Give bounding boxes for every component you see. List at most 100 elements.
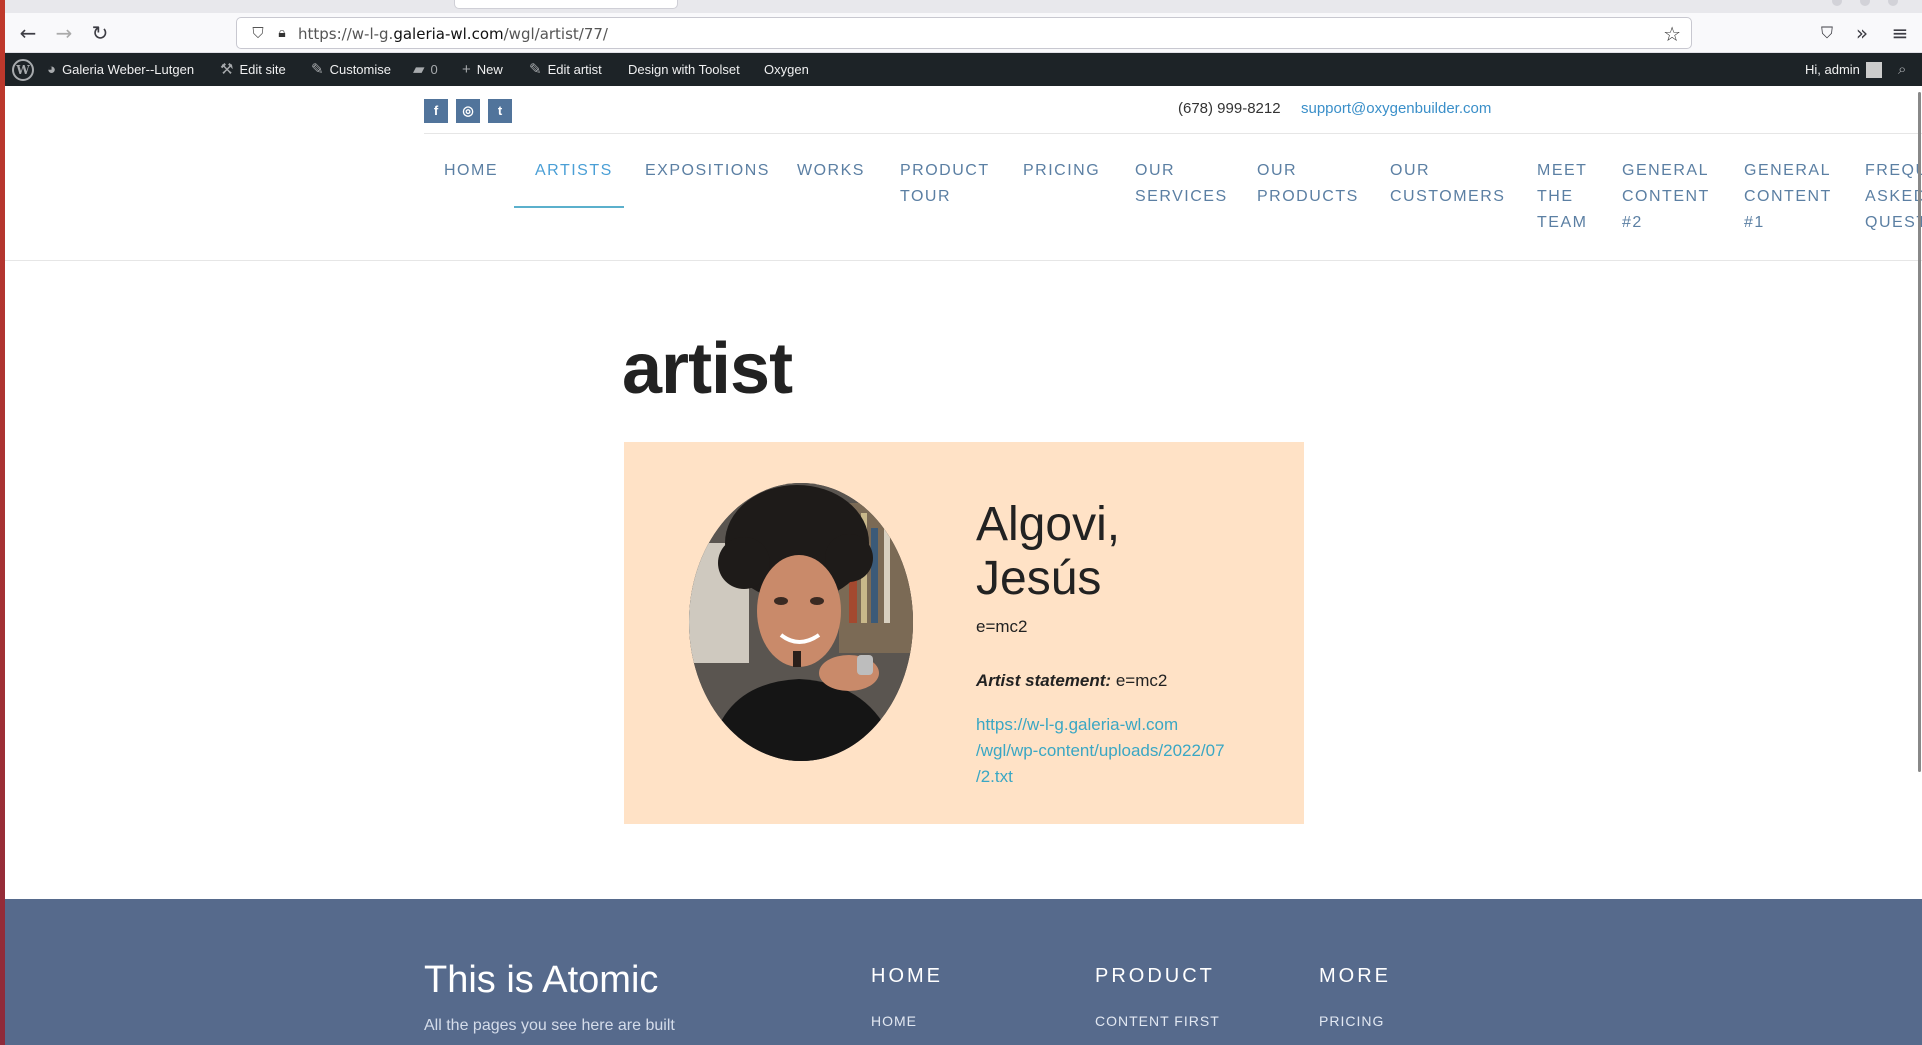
dashboard-icon: ◕: [47, 61, 57, 78]
artist-file-link[interactable]: https://w-l-g.galeria-wl.com /wgl/wp-con…: [976, 712, 1281, 790]
artist-portrait: [689, 483, 913, 761]
nav-active-underline: [514, 206, 624, 208]
nav-label: HOME: [444, 162, 498, 179]
site-footer: This is Atomic All the pages you see her…: [5, 899, 1922, 1045]
reload-icon[interactable]: ↻: [88, 21, 112, 45]
window-controls: [1832, 0, 1898, 6]
url-text[interactable]: https://w-l-g.galeria-wl.com/wgl/artist/…: [298, 25, 608, 43]
artist-name-line: Algovi,: [976, 498, 1121, 551]
nav-label: SERVICES: [1135, 188, 1228, 205]
nav-label: ARTISTS: [535, 162, 613, 179]
twitter-icon[interactable]: t: [488, 99, 512, 123]
edit-artist-label: Edit artist: [547, 62, 602, 77]
menu-icon[interactable]: ≡: [1888, 21, 1912, 45]
nav-faq[interactable]: FREQU ASKED QUEST: [1865, 158, 1922, 236]
pocket-icon[interactable]: ⛉: [1815, 21, 1839, 45]
window-control-dot[interactable]: [1888, 0, 1898, 6]
oxygen-label: Oxygen: [764, 62, 809, 77]
admin-oxygen[interactable]: Oxygen: [764, 53, 809, 86]
nav-general-content-1[interactable]: GENERAL CONTENT #1: [1744, 158, 1832, 236]
active-tab[interactable]: [454, 0, 678, 9]
admin-toolset[interactable]: Design with Toolset: [628, 53, 740, 86]
nav-label: GENERAL: [1744, 162, 1831, 179]
comments-count: 0: [430, 62, 438, 77]
footer-heading-more: MORE: [1319, 965, 1391, 987]
new-label: New: [476, 62, 503, 77]
nav-label: #1: [1744, 214, 1765, 231]
nav-label: CUSTOMERS: [1390, 188, 1506, 205]
portrait-illustration: [689, 483, 913, 761]
header-divider: [424, 133, 1922, 134]
forward-icon[interactable]: →: [52, 21, 76, 45]
link-line[interactable]: /wgl/wp-content/uploads/2022/07: [976, 738, 1281, 764]
nav-label: TEAM: [1537, 214, 1588, 231]
admin-site-name[interactable]: ◕ Galeria Weber--Lutgen: [47, 53, 194, 86]
nav-works[interactable]: WORKS: [797, 158, 865, 184]
address-bar[interactable]: ⛉ 🔒︎ https://w-l-g.galeria-wl.com/wgl/ar…: [236, 17, 1692, 49]
admin-comments[interactable]: ▰ 0: [413, 53, 438, 86]
wp-admin-bar: W ◕ Galeria Weber--Lutgen ⚒ Edit site ✎ Cus…: [5, 53, 1922, 86]
nav-label: GENERAL: [1622, 162, 1709, 179]
wp-logo-menu[interactable]: W: [12, 53, 34, 86]
nav-label: TOUR: [900, 188, 952, 205]
header-phone: (678) 999-8212: [1178, 100, 1281, 117]
admin-edit-artist[interactable]: ✎ Edit artist: [529, 53, 602, 86]
more-tools-icon[interactable]: »: [1850, 21, 1874, 45]
nav-label: WORKS: [797, 162, 865, 179]
header-email-link[interactable]: support@oxygenbuilder.com: [1301, 100, 1491, 117]
window-control-dot[interactable]: [1832, 0, 1842, 6]
browser-toolbar: ← → ↻ ⛉ 🔒︎ https://w-l-g.galeria-wl.com/…: [0, 13, 1922, 53]
artist-name-line: Jesús: [976, 552, 1102, 605]
nav-our-customers[interactable]: OUR CUSTOMERS: [1390, 158, 1505, 210]
greeting-label: Hi, admin: [1805, 62, 1860, 77]
nav-label: PRODUCT: [900, 162, 990, 179]
facebook-icon[interactable]: f: [424, 99, 448, 123]
nav-expositions[interactable]: EXPOSITIONS: [645, 158, 770, 184]
nav-label: OUR: [1135, 162, 1176, 179]
comment-icon: ▰: [413, 61, 425, 78]
nav-artists[interactable]: ARTISTS: [535, 158, 613, 184]
footer-link-content-first[interactable]: CONTENT FIRST: [1095, 1013, 1220, 1029]
nav-pricing[interactable]: PRICING: [1023, 158, 1100, 184]
nav-label: FREQU: [1865, 162, 1922, 179]
link-line[interactable]: /2.txt: [976, 764, 1281, 790]
page-scrollbar[interactable]: [1918, 92, 1921, 772]
star-icon[interactable]: ☆: [1663, 22, 1681, 46]
nav-label: THE: [1537, 188, 1574, 205]
link-line[interactable]: https://w-l-g.galeria-wl.com: [976, 712, 1281, 738]
shield-icon[interactable]: ⛉: [249, 24, 267, 42]
page-title: artist: [622, 329, 793, 409]
admin-customise[interactable]: ✎ Customise: [311, 53, 391, 86]
nav-our-products[interactable]: OUR PRODUCTS: [1257, 158, 1359, 210]
instagram-icon[interactable]: ◎: [456, 99, 480, 123]
edit-site-label: Edit site: [239, 62, 286, 77]
footer-title: This is Atomic: [424, 959, 659, 1001]
footer-link-home[interactable]: HOME: [871, 1013, 917, 1029]
admin-account[interactable]: Hi, admin: [1805, 53, 1882, 86]
nav-home[interactable]: HOME: [444, 158, 498, 184]
window-control-dot[interactable]: [1860, 0, 1870, 6]
back-icon[interactable]: ←: [16, 21, 40, 45]
footer-heading-product: PRODUCT: [1095, 965, 1215, 987]
nav-general-content-2[interactable]: GENERAL CONTENT #2: [1622, 158, 1710, 236]
lock-icon[interactable]: 🔒︎: [273, 24, 291, 42]
nav-label: CONTENT: [1622, 188, 1710, 205]
nav-label: OUR: [1257, 162, 1298, 179]
avatar: [1865, 61, 1882, 78]
nav-meet-the-team[interactable]: MEET THE TEAM: [1537, 158, 1587, 236]
window-edge: [0, 0, 5, 1045]
admin-edit-site[interactable]: ⚒ Edit site: [220, 53, 286, 86]
nav-product-tour[interactable]: PRODUCT TOUR: [900, 158, 990, 210]
nav-label: MEET: [1537, 162, 1588, 179]
admin-search[interactable]: ⌕: [1898, 53, 1906, 86]
footer-text: All the pages you see here are built: [424, 1017, 675, 1034]
brush-icon: ✎: [311, 61, 324, 78]
nav-label: #2: [1622, 214, 1643, 231]
footer-link-pricing[interactable]: PRICING: [1319, 1013, 1384, 1029]
admin-new[interactable]: + New: [462, 53, 503, 86]
nav-our-services[interactable]: OUR SERVICES: [1135, 158, 1228, 210]
nav-label: ASKED: [1865, 188, 1922, 205]
nav-label: PRICING: [1023, 162, 1101, 179]
customise-label: Customise: [329, 62, 391, 77]
nav-label: EXPOSITIONS: [645, 162, 770, 179]
